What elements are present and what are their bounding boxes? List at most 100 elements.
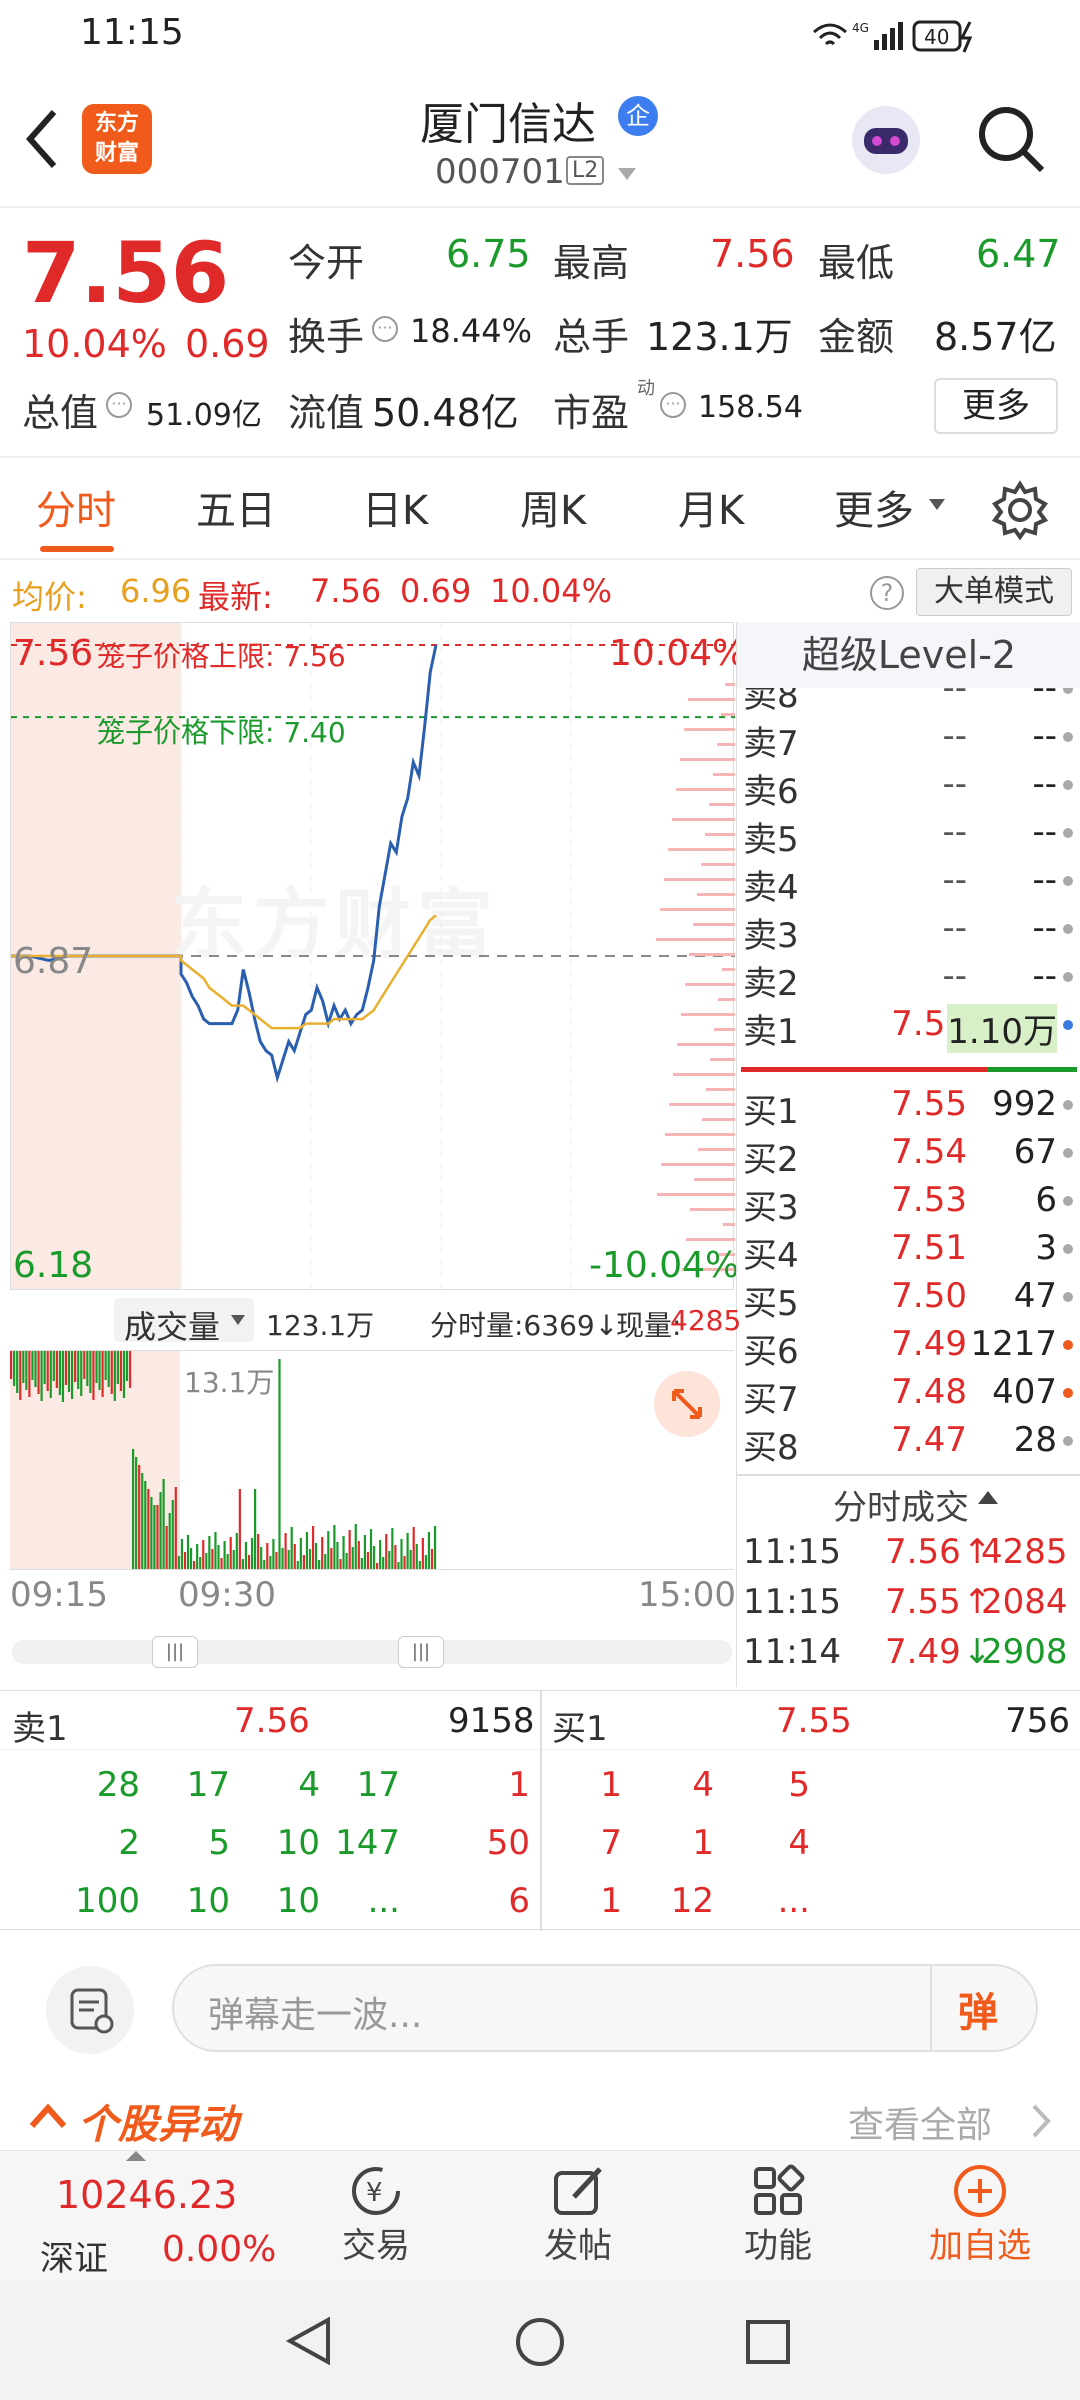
volume-axis-max: 13.1万 [184,1366,275,1399]
mid-price-label: 6.87 [13,941,94,982]
index-value[interactable]: 10246.23 [56,2173,237,2217]
orderbook-row[interactable]: 买8 7.47 28 [737,1418,1080,1468]
view-all-link[interactable]: 查看全部 [848,2096,992,2148]
orderbook-row[interactable]: 卖7 -- -- [737,714,1080,764]
depth-bar [718,998,735,1001]
volume-bar [43,1351,46,1384]
orderbook-dot [1063,1244,1073,1254]
tab-five-day[interactable]: 五日 [196,478,276,536]
orderbook-dot [1063,1020,1073,1030]
orderbook-level-label: 卖6 [743,772,799,812]
volume-bar [55,1351,58,1388]
brand-logo[interactable]: 东方 财富 [82,104,152,174]
chevron-right-icon[interactable] [1030,2104,1052,2138]
index-name[interactable]: 深证 [40,2231,108,2280]
tick-time: 11:15 [743,1532,841,1572]
recents-square-icon[interactable] [744,2318,792,2366]
danmu-input[interactable]: 弹幕走一波... 弹 [172,1964,1038,2052]
tab-monthly-k[interactable]: 月K [678,478,744,536]
info-icon[interactable]: ··· [660,392,686,418]
orderbook-row[interactable]: 卖6 -- -- [737,762,1080,812]
orderbook-dot [1063,1436,1073,1446]
danmu-settings-icon [70,1988,114,2034]
nav-add-watchlist[interactable]: 加自选 [910,2151,1050,2281]
depth-bar [668,848,735,851]
range-handle-right[interactable]: ||| [398,1636,444,1668]
queue-cell: 1 [600,1765,622,1805]
volume-bar [247,1555,251,1569]
orderbook-row[interactable]: 卖1 7.56 1.10万 [737,1002,1080,1053]
orderbook-row[interactable]: 卖4 -- -- [737,858,1080,908]
time-range-scrollbar[interactable]: ||| ||| [12,1636,732,1668]
danmu-send-button[interactable]: 弹 [958,1980,998,2038]
caret-up-icon[interactable] [977,1490,999,1506]
level-tag[interactable]: L2 [566,156,605,185]
robot-avatar-icon[interactable] [846,100,926,180]
danmu-settings-button[interactable] [46,1966,134,2054]
orderbook-row[interactable]: 卖8 -- -- [737,688,1080,716]
nav-functions[interactable]: 功能 [708,2151,848,2281]
price-info-bar: 均价: 6.96 最新: 7.56 0.69 10.04% ? 大单模式 [0,562,1080,622]
index-percent[interactable]: 0.00% [162,2229,276,2270]
mktcap-value: 51.09亿 [146,398,262,433]
more-button[interactable]: 更多 [934,378,1058,434]
caret-down-icon[interactable] [928,498,946,512]
nav-trade[interactable]: ¥ 交易 [306,2151,446,2281]
big-order-mode-button[interactable]: 大单模式 [916,568,1072,616]
info-icon[interactable]: ··· [372,316,398,342]
orderbook-level-label: 卖8 [743,688,799,716]
volume-bar [52,1351,55,1381]
tab-intraday[interactable]: 分时 [36,478,116,536]
chevron-down-icon[interactable] [616,166,638,182]
orderbook-row[interactable]: 买2 7.54 67 [737,1130,1080,1180]
home-circle-icon[interactable] [514,2316,566,2368]
volume-bar [16,1351,19,1393]
orderbook-row[interactable]: 卖2 -- -- [737,954,1080,1004]
volume-bar [34,1351,37,1387]
volume-bar [168,1513,171,1569]
volume-value: 123.1万 [646,315,793,359]
tab-weekly-k[interactable]: 周K [520,478,586,536]
chart-tabs: 分时 五日 日K 周K 月K 更多 [0,456,1080,560]
volume-bar [229,1537,232,1569]
search-icon[interactable] [976,104,1048,176]
tab-daily-k[interactable]: 日K [362,478,428,536]
back-triangle-icon[interactable] [284,2316,334,2366]
depth-bar [714,1028,735,1031]
volume-bar [46,1351,49,1391]
volume-bar [366,1552,370,1569]
volume-chart[interactable]: 13.1万 [10,1350,734,1570]
volume-bar [150,1497,153,1569]
settings-icon[interactable] [990,480,1050,540]
orderbook-row[interactable]: 买7 7.48 407 [737,1370,1080,1420]
range-handle-left[interactable]: ||| [152,1636,198,1668]
volume-selector[interactable]: 成交量 [114,1298,254,1346]
info-icon[interactable]: ··· [106,392,132,418]
orderbook-row[interactable]: 卖3 -- -- [737,906,1080,956]
back-icon[interactable] [22,104,62,174]
chevron-up-icon[interactable] [28,2100,68,2130]
tab-more[interactable]: 更多 [834,478,914,536]
orderbook-row[interactable]: 买4 7.51 3 [737,1226,1080,1276]
orderbook-row[interactable]: 买5 7.50 47 [737,1274,1080,1324]
depth-bar [688,698,735,701]
ticks-divider [737,1474,1080,1476]
intraday-chart[interactable]: 东方财富 7.56 笼子价格上限: 7.56 笼子价格下限: 7.40 10.0… [10,622,746,1290]
volume-bar [260,1547,263,1569]
volume-bar [348,1530,351,1569]
expand-button[interactable] [654,1371,720,1437]
help-icon[interactable]: ? [870,576,904,610]
volume-bar [119,1351,122,1391]
depth-bar [673,1073,735,1076]
level2-title[interactable]: 超级Level-2 [737,622,1080,688]
orderbook-row[interactable]: 卖5 -- -- [737,810,1080,860]
orderbook-row[interactable]: 买1 7.55 992 [737,1082,1080,1132]
orderbook-row[interactable]: 买6 7.49 1217 [737,1322,1080,1372]
ticks-title[interactable]: 分时成交 [833,1480,969,1529]
queue-cell: 12 [670,1881,714,1921]
orderbook-level-label: 买5 [743,1284,799,1324]
nav-post[interactable]: 发帖 [508,2151,648,2281]
bottom-price-label: 6.18 [13,1245,94,1286]
orderbook-row[interactable]: 买3 7.53 6 [737,1178,1080,1228]
volume-bar [421,1538,424,1569]
